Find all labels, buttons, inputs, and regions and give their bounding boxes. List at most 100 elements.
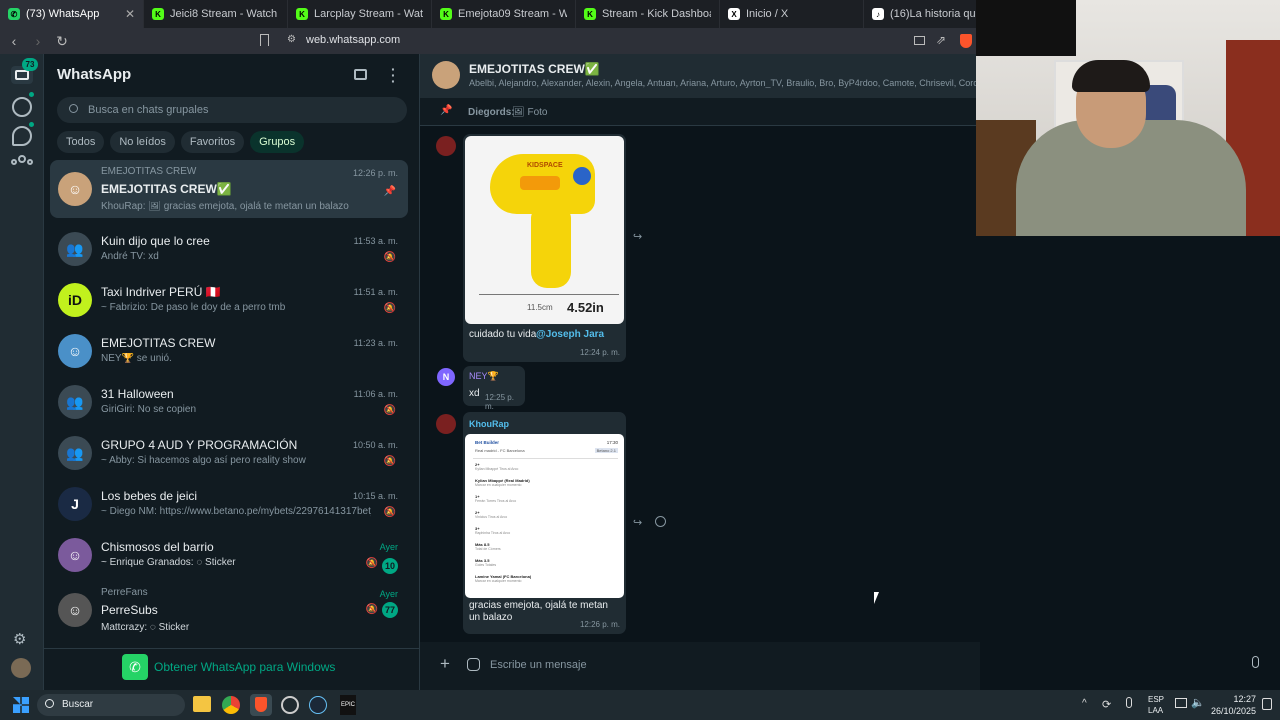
obs-icon[interactable] [281, 696, 299, 714]
tab-kick-dashboard[interactable]: KStream - Kick Dashboard [576, 0, 720, 28]
sticker-icon[interactable] [467, 658, 480, 671]
chat-list-panel: WhatsApp · · · Busca en chats grupales Tod… [44, 54, 420, 690]
sender-avatar[interactable] [436, 136, 456, 156]
mention-link[interactable]: @Joseph Jara [536, 329, 604, 340]
display-icon[interactable] [1175, 698, 1187, 708]
profile-avatar[interactable] [11, 658, 31, 678]
epic-games-icon[interactable]: EPIC [340, 695, 356, 715]
kick-favicon-icon: K [584, 8, 596, 20]
site-settings-icon[interactable]: ⚙ [287, 34, 296, 45]
sync-icon[interactable]: ⟳ [1102, 698, 1111, 711]
react-emoji-icon[interactable] [655, 516, 666, 527]
brave-icon [255, 697, 267, 712]
steam-icon[interactable] [309, 696, 327, 714]
forward-icon[interactable]: ↪ [633, 230, 642, 243]
sender-avatar[interactable] [436, 414, 456, 434]
close-tab-icon[interactable]: ✕ [125, 7, 135, 21]
chat-item-grupo-4[interactable]: 👥 GRUPO 4 AUD Y PROGRAMACIÓN ~ Abby: Si … [50, 428, 408, 479]
chat-item-kuin[interactable]: 👥 Kuin dijo que lo cree André TV: xd 11:… [50, 224, 408, 275]
communities-icon[interactable] [11, 155, 33, 169]
chat-header[interactable]: EMEJOTITAS CREW✅ Abelbi, Alejandro, Alex… [420, 54, 980, 98]
app-title: WhatsApp [57, 66, 132, 83]
notification-bell-icon[interactable] [1262, 698, 1272, 710]
volume-icon[interactable]: 🔈 [1191, 696, 1205, 709]
group-avatar-icon: 👥 [58, 385, 92, 419]
bet-screenshot-image[interactable]: Bet Builder 17:30 Real madrid - FC Barce… [465, 434, 624, 598]
taskbar-search[interactable]: Buscar [37, 694, 185, 716]
text-message[interactable]: NEY🏆 xd 12:25 p. m. [463, 366, 525, 411]
address-bar: ‹ › ↻ ⚙ web.whatsapp.com ⇗ [0, 28, 980, 54]
share-icon[interactable]: ⇗ [936, 33, 946, 47]
tab-jeici8[interactable]: KJeici8 Stream - Watch Live on [144, 0, 288, 28]
sender-avatar[interactable]: N [437, 368, 455, 386]
mute-icon: 🔕 [365, 604, 378, 615]
mute-icon: 🔕 [383, 456, 396, 467]
search-box[interactable]: Busca en chats grupales [57, 97, 407, 123]
tab-tiktok[interactable]: ♪(16)La historia que subió L [864, 0, 984, 28]
input-language-variant[interactable]: LAA [1148, 706, 1163, 715]
toy-gun-image[interactable]: KIDSPACE 11.5cm 4.52in [465, 136, 624, 324]
windows-start-icon[interactable] [13, 697, 29, 713]
filter-no-leidos[interactable]: No leídos [110, 131, 175, 153]
forward-icon[interactable]: ↪ [633, 516, 642, 529]
tab-emejota09[interactable]: KEmejota09 Stream - Watch Live [432, 0, 576, 28]
bet-leg: Más 8.5 Total de Córners [475, 542, 501, 551]
mute-icon: 🔕 [365, 558, 378, 569]
chat-item-31-halloween[interactable]: 👥 31 Halloween GiriGiri: No se copien 11… [50, 377, 408, 428]
back-arrow-icon[interactable]: ‹ [4, 33, 24, 49]
windows-taskbar: Buscar EPIC ^ ⟳ ESP LAA 🔈 12:27 26/10/20… [0, 690, 1280, 720]
filter-grupos[interactable]: Grupos [250, 131, 305, 153]
person-hair [1072, 60, 1150, 92]
chat-item-chismosos[interactable]: ☺ Chismosos del barrio ~ Enrique Granado… [50, 530, 408, 581]
tray-chevron-icon[interactable]: ^ [1082, 698, 1087, 709]
bet-leg: Kylian Mbappé (Real Madrid) Marcar en cua… [475, 478, 530, 487]
settings-gear-icon[interactable]: ⚙ [13, 630, 26, 648]
filter-favoritos[interactable]: Favoritos [180, 131, 245, 153]
clock-time[interactable]: 12:27 [1214, 694, 1256, 704]
new-chat-icon[interactable] [354, 69, 367, 80]
indriver-avatar: iD [58, 283, 92, 317]
chat-item-emejotitas-crew[interactable]: ☺ EMEJOTITAS CREW NEY🏆 se unió. 11:23 a.… [50, 326, 408, 377]
input-language[interactable]: ESP [1148, 695, 1164, 704]
clock-date[interactable]: 26/10/2025 [1206, 706, 1256, 716]
chat-item-los-bebes[interactable]: J Los bebes de jeici ~ Diego NM: https:/… [50, 479, 408, 530]
url-field[interactable]: web.whatsapp.com [306, 34, 400, 46]
get-app-banner[interactable]: ✆ Obtener WhatsApp para Windows [44, 648, 420, 690]
chat-item-emejotitas-crew-pinned[interactable]: ☺ EMEJOTITAS CREW EMEJOTITAS CREW✅ KhouR… [50, 160, 408, 218]
image-message[interactable]: KIDSPACE 11.5cm 4.52in cuidado tu vida @… [463, 134, 626, 362]
reload-icon[interactable]: ↻ [52, 33, 72, 50]
pinned-message-bar[interactable]: 📌 Diegords: 🖼 Foto [420, 98, 980, 126]
channels-icon[interactable] [12, 126, 32, 146]
message-input[interactable]: Escribe un mensaje [490, 659, 587, 671]
tab-larcplay[interactable]: KLarcplay Stream - Watch Live o [288, 0, 432, 28]
unread-count-badge: 10 [381, 558, 398, 574]
menu-kebab-icon[interactable]: · · · [391, 62, 396, 88]
filter-todos[interactable]: Todos [57, 131, 105, 153]
chat-item-taxi-indriver[interactable]: iD Taxi Indriver PERÚ 🇵🇪 ~ Fabrizio: De … [50, 275, 408, 326]
mute-icon: 🔕 [383, 405, 396, 416]
member-list: Abelbi, Alejandro, Alexander, Alexin, An… [469, 78, 979, 88]
tab-whatsapp[interactable]: ✆ (73) WhatsApp ✕ [0, 0, 144, 28]
unread-badge: 73 [22, 58, 38, 71]
microphone-tray-icon[interactable] [1126, 697, 1132, 708]
status-icon[interactable] [12, 97, 32, 117]
cast-icon[interactable] [914, 36, 925, 45]
bet-leg: Más 3.5 Goles Totales [475, 558, 497, 567]
kick-favicon-icon: K [296, 8, 308, 20]
brave-taskbar-button[interactable] [250, 694, 272, 716]
group-avatar[interactable] [432, 61, 460, 89]
whatsapp-favicon-icon: ✆ [8, 8, 20, 20]
bookmark-icon[interactable] [260, 34, 269, 46]
chat-avatar: ☺ [58, 538, 92, 572]
search-input[interactable]: Busca en chats grupales [88, 104, 208, 116]
tab-x[interactable]: X Inicio / X [720, 0, 864, 28]
microphone-icon[interactable] [1252, 656, 1259, 668]
file-explorer-icon[interactable] [193, 696, 211, 712]
attach-plus-icon[interactable]: + [440, 654, 450, 674]
chat-item-perresubs[interactable]: ☺ PerreFans PerreSubs Mattcrazy: ◌ Stick… [50, 581, 408, 639]
brave-shield-icon[interactable] [960, 34, 972, 48]
forward-arrow-icon[interactable]: › [28, 33, 48, 49]
image-message[interactable]: KhouRap Bet Builder 17:30 Real madrid - … [463, 412, 626, 634]
chrome-icon[interactable] [222, 696, 240, 714]
get-app-link[interactable]: Obtener WhatsApp para Windows [154, 660, 335, 674]
